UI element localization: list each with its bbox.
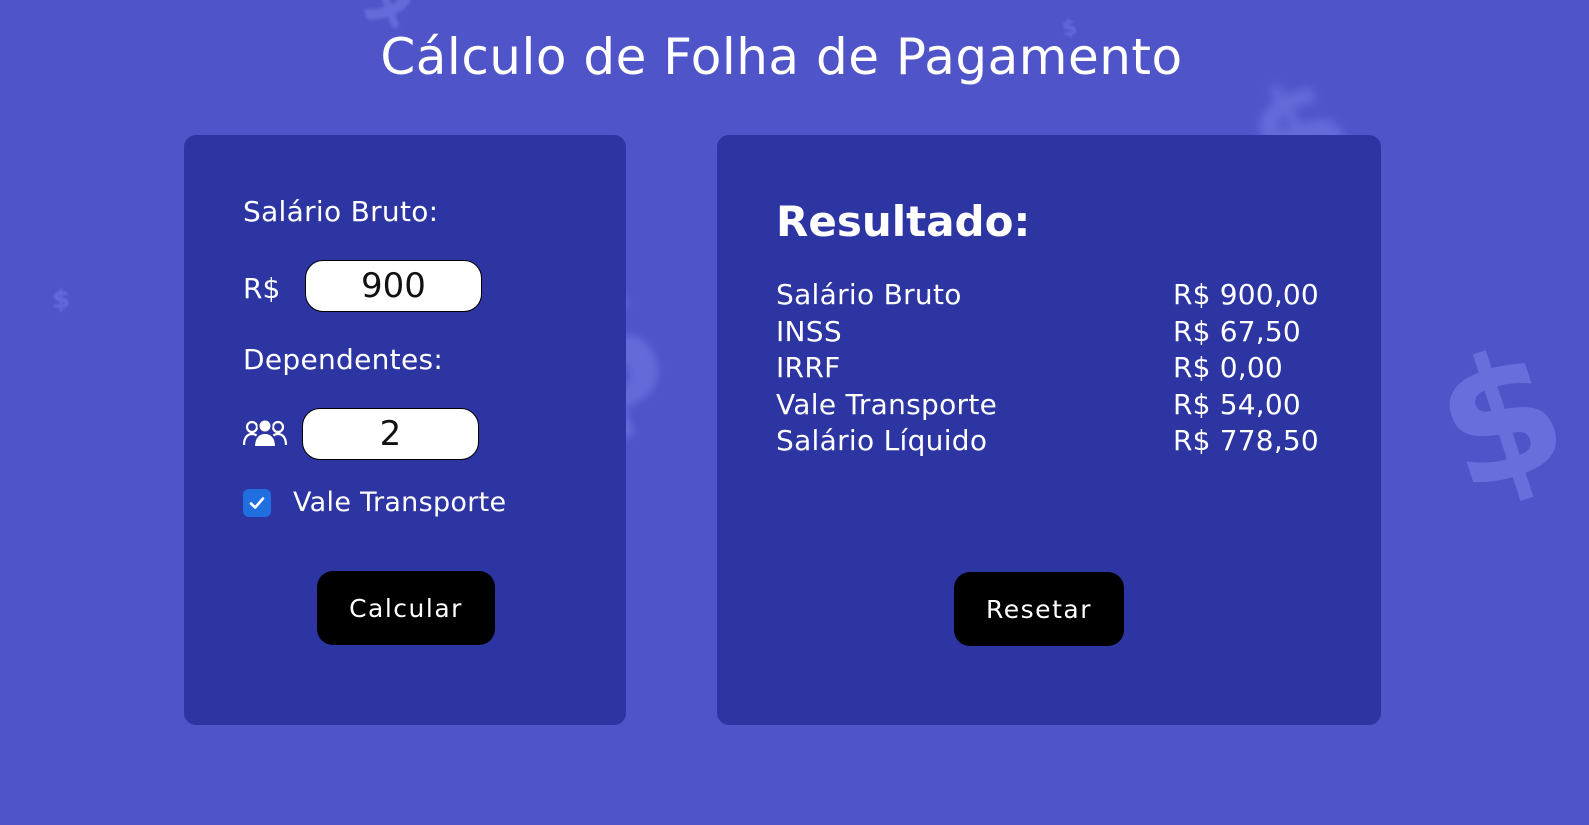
vale-transporte-label[interactable]: Vale Transporte <box>293 487 506 518</box>
result-value: R$ 54,00 <box>1173 387 1301 421</box>
result-row-salario-bruto: Salário Bruto R$ 900,00 <box>776 278 1336 315</box>
result-label: IRRF <box>776 351 841 384</box>
result-row-salario-liquido: Salário Líquido R$ 778,50 <box>776 424 1336 461</box>
result-row-vale-transporte: Vale Transporte R$ 54,00 <box>776 388 1336 425</box>
result-label: INSS <box>776 314 842 348</box>
result-label: Vale Transporte <box>776 387 998 421</box>
dependents-label: Dependentes: <box>243 343 444 376</box>
people-icon <box>242 418 288 448</box>
dependents-input[interactable] <box>302 408 479 460</box>
result-label: Salário Líquido <box>776 424 988 457</box>
reset-button[interactable]: Resetar <box>954 572 1124 646</box>
dollar-sign-icon: $ <box>52 285 71 315</box>
currency-prefix: R$ <box>243 272 281 305</box>
result-value: R$ 67,50 <box>1173 314 1301 348</box>
result-title: Resultado: <box>776 197 1031 246</box>
result-value: R$ 900,00 <box>1173 278 1319 311</box>
result-label: Salário Bruto <box>776 278 962 311</box>
payroll-form-panel: Salário Bruto: R$ Dependentes: Vale Tran… <box>184 135 626 725</box>
result-value: R$ 0,00 <box>1173 351 1283 384</box>
result-panel: Resultado: Salário Bruto R$ 900,00 INSS … <box>717 135 1381 725</box>
result-row-irrf: IRRF R$ 0,00 <box>776 351 1336 388</box>
salary-input[interactable] <box>305 260 482 312</box>
result-value: R$ 778,50 <box>1173 424 1319 457</box>
dollar-sign-icon: $ <box>1414 307 1588 533</box>
vale-transporte-checkbox[interactable] <box>243 489 271 517</box>
salary-label: Salário Bruto: <box>243 195 439 228</box>
result-list: Salário Bruto R$ 900,00 INSS R$ 67,50 IR… <box>776 278 1336 461</box>
calculate-button[interactable]: Calcular <box>317 571 495 645</box>
checkmark-icon <box>249 497 265 509</box>
result-row-inss: INSS R$ 67,50 <box>776 315 1336 352</box>
page-title: Cálculo de Folha de Pagamento <box>380 28 1183 86</box>
